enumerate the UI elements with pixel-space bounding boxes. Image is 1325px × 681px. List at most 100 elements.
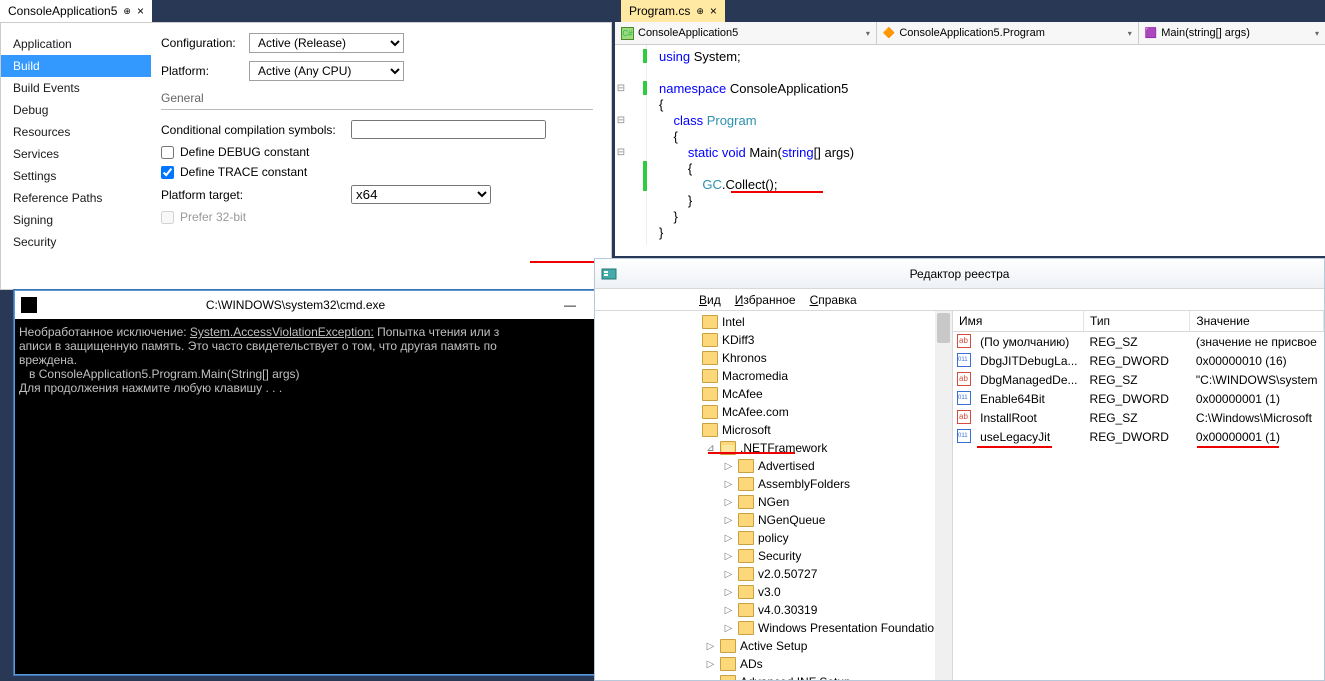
folder-icon <box>738 513 754 527</box>
cell-name: Enable64Bit <box>974 389 1083 408</box>
pin-icon[interactable]: ⊕ <box>123 6 131 17</box>
highlight-underline <box>1197 446 1279 448</box>
cell-name: DbgJITDebugLa... <box>974 351 1083 370</box>
pin-icon[interactable]: ⊕ <box>696 6 704 17</box>
nav-security[interactable]: Security <box>1 231 151 253</box>
registry-row[interactable]: (По умолчанию)REG_SZ(значение не присвое <box>953 332 1324 352</box>
registry-tree[interactable]: Intel KDiff3 Khronos Macromedia McAfee M… <box>595 311 953 680</box>
nav-build[interactable]: Build <box>1 55 151 77</box>
reg-sz-icon <box>957 410 971 424</box>
fold-icon[interactable] <box>615 145 627 159</box>
registry-editor-window: Редактор реестра Вид Избранное Справка I… <box>594 258 1325 681</box>
nav-resources[interactable]: Resources <box>1 121 151 143</box>
registry-titlebar[interactable]: Редактор реестра <box>595 259 1324 289</box>
code-line: class Program <box>659 113 1325 129</box>
tree-item[interactable]: ▷NGen <box>687 493 952 511</box>
col-value[interactable]: Значение <box>1190 311 1324 332</box>
col-type[interactable]: Тип <box>1084 311 1190 332</box>
chevron-down-icon[interactable]: ▾ <box>866 29 870 38</box>
tree-item[interactable]: ▷v4.0.30319 <box>687 601 952 619</box>
tab-program-cs[interactable]: Program.cs ⊕ × <box>621 0 725 22</box>
tree-item[interactable]: Microsoft <box>687 421 952 439</box>
menu-view[interactable]: Вид <box>699 293 721 307</box>
crumb-method[interactable]: Main(string[] args) ▾ <box>1139 22 1325 44</box>
tree-item[interactable]: McAfee <box>687 385 952 403</box>
divider <box>161 109 593 110</box>
platform-target-select[interactable]: x64 <box>351 185 491 204</box>
tree-item[interactable]: ▷Security <box>687 547 952 565</box>
code-line: } <box>659 225 1325 241</box>
tree-item[interactable]: KDiff3 <box>687 331 952 349</box>
reg-sz-icon <box>957 334 971 348</box>
registry-row[interactable]: Enable64BitREG_DWORD0x00000001 (1) <box>953 389 1324 408</box>
cell-type: REG_DWORD <box>1084 389 1190 408</box>
nav-signing[interactable]: Signing <box>1 209 151 231</box>
folder-icon <box>738 531 754 545</box>
tree-item[interactable]: McAfee.com <box>687 403 952 421</box>
tree-item[interactable]: ▷Windows Presentation Foundation <box>687 619 952 637</box>
close-icon[interactable]: × <box>710 4 717 18</box>
folder-icon <box>702 351 718 365</box>
tree-item-netframework[interactable]: ⊿.NETFramework <box>687 439 952 457</box>
minimize-button[interactable]: — <box>548 294 592 316</box>
tree-item[interactable]: Khronos <box>687 349 952 367</box>
nav-application[interactable]: Application <box>1 33 151 55</box>
tree-item[interactable]: ▷AssemblyFolders <box>687 475 952 493</box>
tree-item[interactable]: ▷NGenQueue <box>687 511 952 529</box>
registry-row[interactable]: DbgJITDebugLa...REG_DWORD0x00000010 (16) <box>953 351 1324 370</box>
vs-properties-pane: ConsoleApplication5 ⊕ × Application Buil… <box>0 0 612 290</box>
nav-services[interactable]: Services <box>1 143 151 165</box>
registry-row[interactable]: useLegacyJitREG_DWORD0x00000001 (1) <box>953 427 1324 446</box>
crumb-class[interactable]: ConsoleApplication5.Program ▾ <box>877 22 1139 44</box>
cmd-output[interactable]: Необработанное исключение: System.Access… <box>15 319 680 401</box>
registry-values-list[interactable]: Имя Тип Значение (По умолчанию)REG_SZ(зн… <box>953 311 1324 680</box>
tree-item[interactable]: ▷v2.0.50727 <box>687 565 952 583</box>
crumb-project[interactable]: C# ConsoleApplication5 ▾ <box>615 22 877 44</box>
tab-project-properties[interactable]: ConsoleApplication5 ⊕ × <box>0 0 152 22</box>
folder-icon <box>738 621 754 635</box>
scrollbar-thumb[interactable] <box>937 313 950 343</box>
cond-symbols-input[interactable] <box>351 120 546 139</box>
nav-build-events[interactable]: Build Events <box>1 77 151 99</box>
nav-debug[interactable]: Debug <box>1 99 151 121</box>
configuration-select[interactable]: Active (Release) <box>249 33 404 53</box>
nav-settings[interactable]: Settings <box>1 165 151 187</box>
tree-item[interactable]: ▷v3.0 <box>687 583 952 601</box>
folder-icon <box>720 657 736 671</box>
code-line: } <box>659 193 1325 209</box>
reg-dword-icon <box>957 391 971 405</box>
tree-item[interactable]: ▷Active Setup <box>687 637 952 655</box>
tree-item[interactable]: Intel <box>687 313 952 331</box>
properties-nav: Application Build Build Events Debug Res… <box>1 23 151 289</box>
define-debug-checkbox[interactable] <box>161 146 174 159</box>
cell-value: C:\Windows\Microsoft <box>1190 408 1324 427</box>
tree-item[interactable]: Macromedia <box>687 367 952 385</box>
tree-scrollbar[interactable] <box>935 311 952 680</box>
folder-icon <box>702 405 718 419</box>
fold-icon[interactable] <box>615 81 627 95</box>
define-trace-checkbox[interactable] <box>161 166 174 179</box>
cmd-line: вреждена. <box>19 353 676 367</box>
platform-select[interactable]: Active (Any CPU) <box>249 61 404 81</box>
reg-dword-icon <box>957 429 971 443</box>
nav-reference-paths[interactable]: Reference Paths <box>1 187 151 209</box>
folder-icon <box>720 639 736 653</box>
registry-row[interactable]: InstallRootREG_SZC:\Windows\Microsoft <box>953 408 1324 427</box>
cmd-titlebar[interactable]: C:\WINDOWS\system32\cmd.exe — ☐ ✕ <box>15 291 680 319</box>
chevron-down-icon[interactable]: ▾ <box>1128 29 1132 38</box>
tree-item[interactable]: ▷Advertised <box>687 457 952 475</box>
col-name[interactable]: Имя <box>953 311 1084 332</box>
properties-body: Application Build Build Events Debug Res… <box>0 22 612 290</box>
tree-item[interactable]: Advanced INF Setup <box>687 673 952 680</box>
close-icon[interactable]: × <box>137 4 144 18</box>
fold-icon[interactable] <box>615 113 627 127</box>
chevron-down-icon[interactable]: ▾ <box>1315 29 1319 38</box>
folder-icon <box>738 585 754 599</box>
menu-help[interactable]: Справка <box>810 293 857 307</box>
tree-item[interactable]: ▷policy <box>687 529 952 547</box>
code-editor[interactable]: using System; namespace ConsoleApplicati… <box>615 45 1325 245</box>
registry-row[interactable]: DbgManagedDe...REG_SZ"C:\WINDOWS\system <box>953 370 1324 389</box>
tree-item[interactable]: ▷ADs <box>687 655 952 673</box>
menu-favorites[interactable]: Избранное <box>735 293 796 307</box>
cell-value: 0x00000010 (16) <box>1190 351 1324 370</box>
